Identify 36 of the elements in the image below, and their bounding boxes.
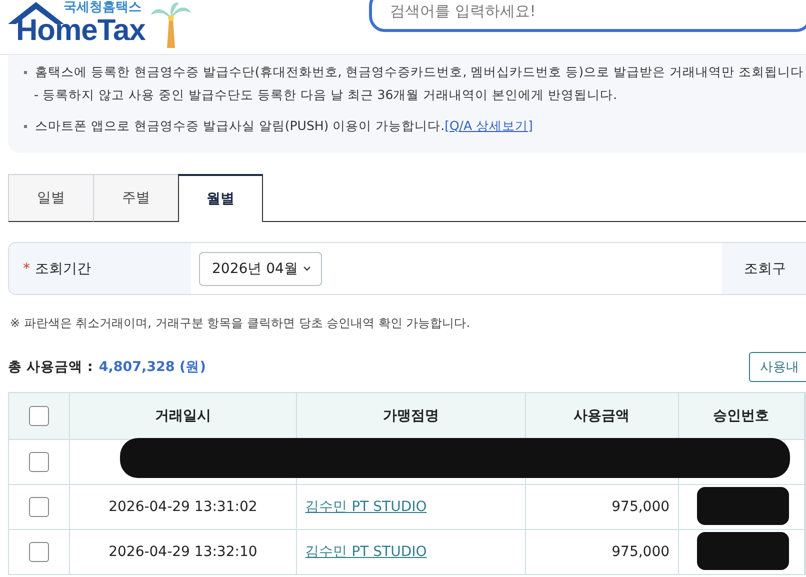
logo-text[interactable]: HomeTax [16,16,146,46]
total-label: 총 사용금액 : [8,358,93,376]
bullet-icon [24,70,27,74]
qa-link[interactable]: [Q/A 상세보기] [444,118,533,134]
notice-subtext: - 등록하지 않고 사용 중인 발급수단도 등록한 다음 날 최근 36개월 거래내역이 본인에게 반영됩니다. [33,86,618,104]
column-header: 거래일시 [69,392,297,440]
table-cell: 975,000 [612,499,670,515]
column-header: 가맹점명 [296,392,526,440]
total-amount: 4,807,328 (원) [98,358,206,376]
notice-text: 스마트폰 앱으로 현금영수증 발급사실 알림(PUSH) 이용이 가능합니다. [35,118,445,134]
column-header: 승인번호 [678,392,804,440]
search-field[interactable]: 검색어를 입력하세요! [369,0,806,32]
row-checkbox[interactable] [28,452,49,472]
row-checkbox[interactable] [28,497,49,517]
notice-text: ※ 파란색은 취소거래이며, 거래구분 항목을 클릭하면 당초 승인내역 확인 가능합니다. [10,315,472,332]
table-cell: 975,000 [612,544,670,560]
table-cell: 2026-04-29 13:31:02 [108,499,258,515]
column-header: 사용금액 [525,392,678,440]
palm-tree-icon [149,1,194,49]
tab[interactable]: 월별 [178,174,263,222]
row-checkbox[interactable] [28,542,49,562]
logo-caption: 국세청홈택스 [63,0,142,16]
merchant-link[interactable]: 김수민 PT STUDIO [305,499,427,515]
field-label: 조회기간 [35,260,91,278]
bullet-icon [24,124,27,128]
caret-icon [302,266,311,271]
table-cell: 2026-04-29 13:32:10 [108,544,258,560]
field-label: 조회구 [744,260,786,278]
notice-text: 홈택스에 등록한 현금영수증 발급수단(휴대전화번호, 현금영수증카드번호, 멤버십카드번호 등)으로 발급받은 거래내역만 조회됩니다 [35,64,804,80]
usage-button[interactable]: 사용내 [749,352,806,382]
select-all-checkbox[interactable] [28,406,49,426]
tab[interactable]: 주별 [93,174,178,222]
merchant-link[interactable]: 김수민 PT STUDIO [305,544,427,560]
period-select[interactable]: 2026년 04월 [199,252,322,286]
required-mark: * [23,260,30,276]
tab[interactable]: 일별 [8,174,93,222]
